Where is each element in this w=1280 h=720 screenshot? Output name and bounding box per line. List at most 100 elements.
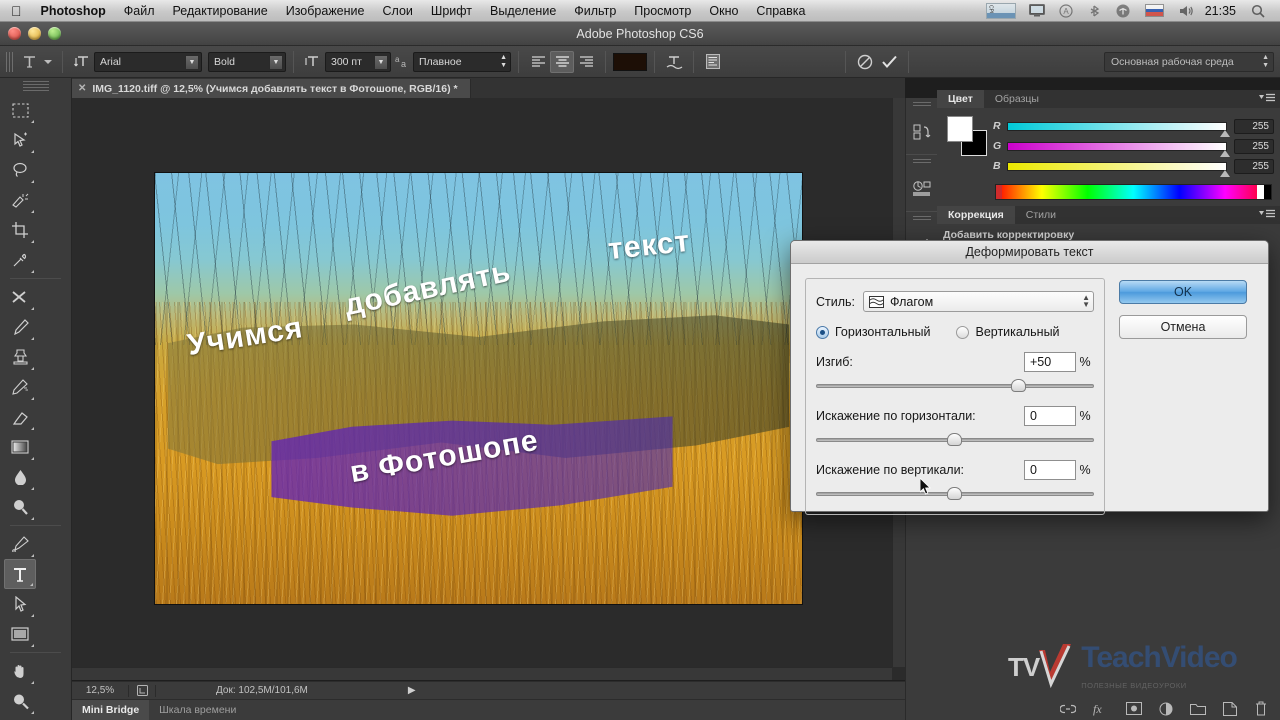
stepper-icon[interactable]: ▲ ▼: [500, 54, 507, 70]
commit-edit-icon[interactable]: [877, 51, 901, 73]
type-tool[interactable]: [4, 559, 36, 589]
workspace-select[interactable]: Основная рабочая среда ▲ ▼: [1104, 51, 1274, 72]
cpu-meter-icon[interactable]: CPU: [985, 2, 1016, 19]
dodge-tool[interactable]: [4, 492, 36, 522]
warp-text-icon[interactable]: [662, 51, 686, 73]
healing-brush-tool[interactable]: [4, 282, 36, 312]
new-layer-icon[interactable]: [1223, 701, 1237, 719]
menubar-clock[interactable]: 21:35: [1205, 4, 1236, 18]
eraser-tool[interactable]: [4, 402, 36, 432]
menu-image[interactable]: Изображение: [277, 4, 374, 18]
vertical-distortion-input[interactable]: 0: [1024, 460, 1076, 480]
orientation-vertical[interactable]: Вертикальный: [956, 325, 1060, 339]
align-left-icon[interactable]: [526, 51, 550, 73]
options-bar-grip[interactable]: [6, 51, 13, 72]
document-canvas[interactable]: Учимся добавлять текст в Фотошопе: [154, 172, 803, 605]
font-style-select[interactable]: Bold ▼: [208, 51, 286, 72]
chevron-down-icon[interactable]: ▼: [269, 54, 283, 70]
canvas-horizontal-scrollbar[interactable]: [72, 667, 892, 680]
tools-panel-grip[interactable]: [22, 81, 49, 91]
move-tool[interactable]: [4, 125, 36, 155]
bend-slider-thumb[interactable]: [1010, 379, 1026, 392]
hand-tool[interactable]: [4, 656, 36, 686]
history-panel-icon[interactable]: [906, 112, 938, 154]
delete-layer-icon[interactable]: [1254, 701, 1268, 719]
zoom-button[interactable]: [48, 27, 61, 40]
stepper-icon[interactable]: ▲ ▼: [1082, 294, 1090, 309]
minimize-button[interactable]: [28, 27, 41, 40]
align-right-icon[interactable]: [574, 51, 598, 73]
channel-slider-g[interactable]: [1007, 141, 1230, 157]
flag-ru-icon[interactable]: [1144, 4, 1164, 17]
pen-tool[interactable]: [4, 529, 36, 559]
quick-selection-tool[interactable]: [4, 185, 36, 215]
channel-value-b[interactable]: 255: [1234, 158, 1274, 174]
chevron-down-icon[interactable]: ▼: [185, 54, 199, 70]
type-tool-icon[interactable]: [17, 51, 41, 73]
horizontal-distortion-input[interactable]: 0: [1024, 406, 1076, 426]
history-brush-tool[interactable]: [4, 372, 36, 402]
brush-tool[interactable]: [4, 312, 36, 342]
tab-color[interactable]: Цвет: [937, 90, 984, 108]
align-center-icon[interactable]: [550, 50, 574, 73]
clone-stamp-tool[interactable]: [4, 342, 36, 372]
warp-style-select[interactable]: Флагом ▲ ▼: [863, 291, 1094, 312]
bend-slider[interactable]: [816, 378, 1094, 394]
chevron-down-icon[interactable]: ▼: [374, 54, 388, 70]
tool-preset-chevron-icon[interactable]: [41, 51, 55, 73]
menu-select[interactable]: Выделение: [481, 4, 565, 18]
adjustment-layer-icon[interactable]: [1159, 702, 1173, 719]
rectangle-tool[interactable]: [4, 619, 36, 649]
text-orientation-icon[interactable]: [70, 51, 94, 73]
radio-horizontal-dot[interactable]: [816, 325, 829, 339]
slider-thumb[interactable]: [1220, 129, 1230, 137]
menu-help[interactable]: Справка: [747, 4, 814, 18]
font-family-select[interactable]: Arial ▼: [94, 51, 202, 72]
rail-grip[interactable]: [912, 159, 931, 165]
menu-file[interactable]: Файл: [115, 4, 164, 18]
panel-menu-icon[interactable]: [1259, 209, 1275, 222]
panel-menu-icon[interactable]: [1259, 93, 1275, 106]
cancel-button[interactable]: Отмена: [1119, 315, 1247, 339]
close-button[interactable]: [8, 27, 21, 40]
horizontal-distortion-slider[interactable]: [816, 432, 1094, 448]
link-layers-icon[interactable]: [1059, 703, 1077, 717]
radio-vertical-dot[interactable]: [956, 325, 970, 339]
crop-tool[interactable]: [4, 215, 36, 245]
menu-view[interactable]: Просмотр: [625, 4, 700, 18]
menu-type[interactable]: Шрифт: [422, 4, 481, 18]
blur-tool[interactable]: [4, 462, 36, 492]
lasso-tool[interactable]: [4, 155, 36, 185]
status-expand-icon[interactable]: ▶: [408, 685, 416, 696]
slider-thumb[interactable]: [1220, 169, 1230, 177]
stepper-icon[interactable]: ▲ ▼: [1262, 54, 1269, 70]
zoom-level[interactable]: 12,5%: [72, 685, 128, 696]
wifi-icon[interactable]: [1115, 4, 1131, 18]
layer-style-icon[interactable]: fx: [1093, 702, 1109, 719]
vertical-distortion-thumb[interactable]: [946, 487, 962, 500]
tab-swatches[interactable]: Образцы: [984, 90, 1050, 108]
layer-mask-icon[interactable]: [1126, 702, 1142, 718]
airplay-icon[interactable]: A: [1059, 3, 1073, 18]
tab-timeline[interactable]: Шкала времени: [149, 700, 246, 720]
marquee-tool[interactable]: [4, 95, 36, 125]
char-paragraph-panel-icon[interactable]: [701, 51, 725, 73]
channel-value-r[interactable]: 255: [1234, 118, 1274, 134]
tab-mini-bridge[interactable]: Mini Bridge: [72, 699, 150, 720]
channel-slider-r[interactable]: [1007, 121, 1230, 137]
channel-value-g[interactable]: 255: [1234, 138, 1274, 154]
volume-icon[interactable]: [1178, 4, 1194, 18]
menu-window[interactable]: Окно: [700, 4, 747, 18]
orientation-horizontal[interactable]: Горизонтальный: [816, 325, 930, 339]
slider-thumb[interactable]: [1220, 149, 1230, 157]
text-color-swatch[interactable]: [613, 52, 647, 71]
menu-filter[interactable]: Фильтр: [565, 4, 625, 18]
tab-styles[interactable]: Стили: [1015, 206, 1067, 224]
rail-grip[interactable]: [912, 216, 931, 222]
path-selection-tool[interactable]: [4, 589, 36, 619]
menu-photoshop[interactable]: Photoshop: [32, 4, 115, 18]
panel-foreground-swatch[interactable]: [947, 116, 973, 142]
close-tab-icon[interactable]: ✕: [78, 83, 86, 94]
cancel-edit-icon[interactable]: [853, 51, 877, 73]
bend-slider-track[interactable]: [816, 384, 1094, 388]
